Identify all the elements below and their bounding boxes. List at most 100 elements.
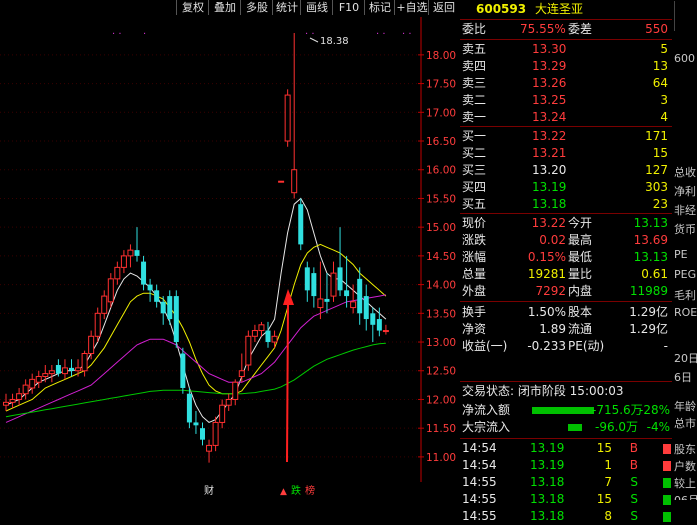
tick-marker <box>663 444 671 454</box>
candle <box>298 198 304 251</box>
price-label: 14.50 <box>426 251 456 263</box>
stat-value: 1.89 <box>539 322 566 336</box>
candle-body <box>350 301 357 309</box>
candle <box>284 89 291 147</box>
bid-row: 买三 13.20 127 <box>460 162 672 179</box>
f10-button[interactable]: F10 <box>332 0 365 15</box>
stats-button[interactable]: 统计 <box>272 0 301 15</box>
bid-volume: 171 <box>645 129 668 143</box>
finance-marker[interactable]: 财 <box>204 484 214 497</box>
candle <box>69 359 74 377</box>
candle-body <box>114 266 121 280</box>
bid-price: 13.20 <box>532 163 567 177</box>
ask-label: 卖四 <box>462 59 487 73</box>
drop-marker[interactable]: 跌 <box>291 484 301 497</box>
stat-row: 涨跌 0.02 最高 13.69 <box>460 232 672 249</box>
side-text: 户数 <box>674 460 696 473</box>
candle <box>88 330 95 360</box>
ask-volume: 64 <box>652 76 668 90</box>
ask-volume: 3 <box>660 93 668 107</box>
candle-body <box>245 335 252 366</box>
fuquan-button[interactable]: 复权 <box>176 0 209 15</box>
weicha-value: 550 <box>645 22 668 36</box>
side-code: 600 <box>674 52 695 65</box>
price-label: 12.00 <box>426 394 456 406</box>
stock-name: 大连圣亚 <box>535 2 584 16</box>
bid-volume: 23 <box>652 197 668 211</box>
draw-line-button[interactable]: 画线 <box>300 0 333 15</box>
price-label: 11.00 <box>426 452 456 464</box>
candle-body <box>107 278 114 303</box>
candle <box>200 422 205 446</box>
bid-label: 买三 <box>462 163 487 177</box>
candle-body <box>317 298 324 309</box>
stat-row: 外盘 7292 内盘 11989 <box>460 283 672 300</box>
candle <box>265 321 271 348</box>
tick-marker <box>663 478 671 488</box>
candle-body <box>88 335 95 355</box>
back-button[interactable]: 返回 <box>428 0 459 15</box>
candle <box>114 261 121 285</box>
ask-price: 13.25 <box>532 93 567 107</box>
tick-volume: 15 <box>596 441 612 455</box>
stat-label: 流通 <box>568 322 593 336</box>
candle <box>324 273 330 314</box>
stat2-row: 收益(一) -0.233 PE(动) - <box>460 338 672 355</box>
candle-body <box>167 296 173 320</box>
candle-body <box>370 313 376 325</box>
candle-body <box>251 330 258 337</box>
side-text: 净利 <box>674 185 696 198</box>
add-watchlist-button[interactable]: +自选 <box>394 0 429 15</box>
stat-label: 换手 <box>462 305 487 319</box>
ask-row: 卖二 13.25 3 <box>460 92 672 109</box>
mark-button[interactable]: 标记 <box>364 0 395 15</box>
candlestick-chart[interactable]: 18.00 17.50 17.00 16.50 16.00 15.50 15.00 14.50… <box>0 17 460 500</box>
candle-body <box>81 353 88 372</box>
candle <box>370 307 376 343</box>
candle-body <box>344 290 350 297</box>
candle-body <box>154 290 160 302</box>
ask-row: 卖四 13.29 13 <box>460 58 672 75</box>
weicha-label: 委差 <box>568 22 593 36</box>
stat-value: 0.02 <box>539 233 566 247</box>
stat2-row: 换手 1.50% 股本 1.29亿 <box>460 304 672 321</box>
side-text: 货币 <box>674 223 696 236</box>
ask-row: 卖五 13.30 5 <box>460 41 672 58</box>
overlay-button[interactable]: 叠加 <box>208 0 241 15</box>
net-inflow-bar <box>532 407 594 414</box>
candle-body <box>127 249 134 257</box>
bid-label: 买一 <box>462 129 487 143</box>
svg-text:· ·: · · <box>402 29 412 40</box>
candle <box>344 255 350 308</box>
side-text: 06月 <box>674 492 697 500</box>
candle <box>167 290 173 325</box>
multi-stock-button[interactable]: 多股 <box>240 0 273 15</box>
stat-row: 涨幅 0.15% 最低 13.13 <box>460 249 672 266</box>
side-text: PEG <box>674 268 697 281</box>
candle <box>16 387 23 406</box>
block-inflow-row: 大宗流入 -96.0万 -4% <box>462 420 670 434</box>
candle <box>48 365 55 383</box>
bid-row: 买一 13.22 171 <box>460 128 672 145</box>
candle-body <box>200 428 205 440</box>
stat-label: 外盘 <box>462 284 487 298</box>
candle-body <box>206 444 213 452</box>
side-text: ROE <box>674 306 697 319</box>
candle <box>317 261 324 320</box>
bid-volume: 127 <box>645 163 668 177</box>
bid-label: 买二 <box>462 146 487 160</box>
stat-value: 11989 <box>629 284 668 298</box>
red-arrow <box>283 289 294 463</box>
tick-time: 14:55 <box>462 475 497 489</box>
candle <box>363 284 369 331</box>
tick-time: 14:54 <box>462 441 497 455</box>
rank-marker[interactable]: 榜 <box>305 484 315 497</box>
stat-value: - <box>663 339 668 353</box>
candle <box>212 416 219 452</box>
bid-row: 买四 13.19 303 <box>460 179 672 196</box>
bid-volume: 303 <box>645 180 668 194</box>
tick-row: 14:54 13.19 15 B <box>460 440 672 457</box>
candle-body <box>291 169 298 194</box>
bid-label: 买四 <box>462 180 487 194</box>
tick-marker <box>663 495 671 505</box>
